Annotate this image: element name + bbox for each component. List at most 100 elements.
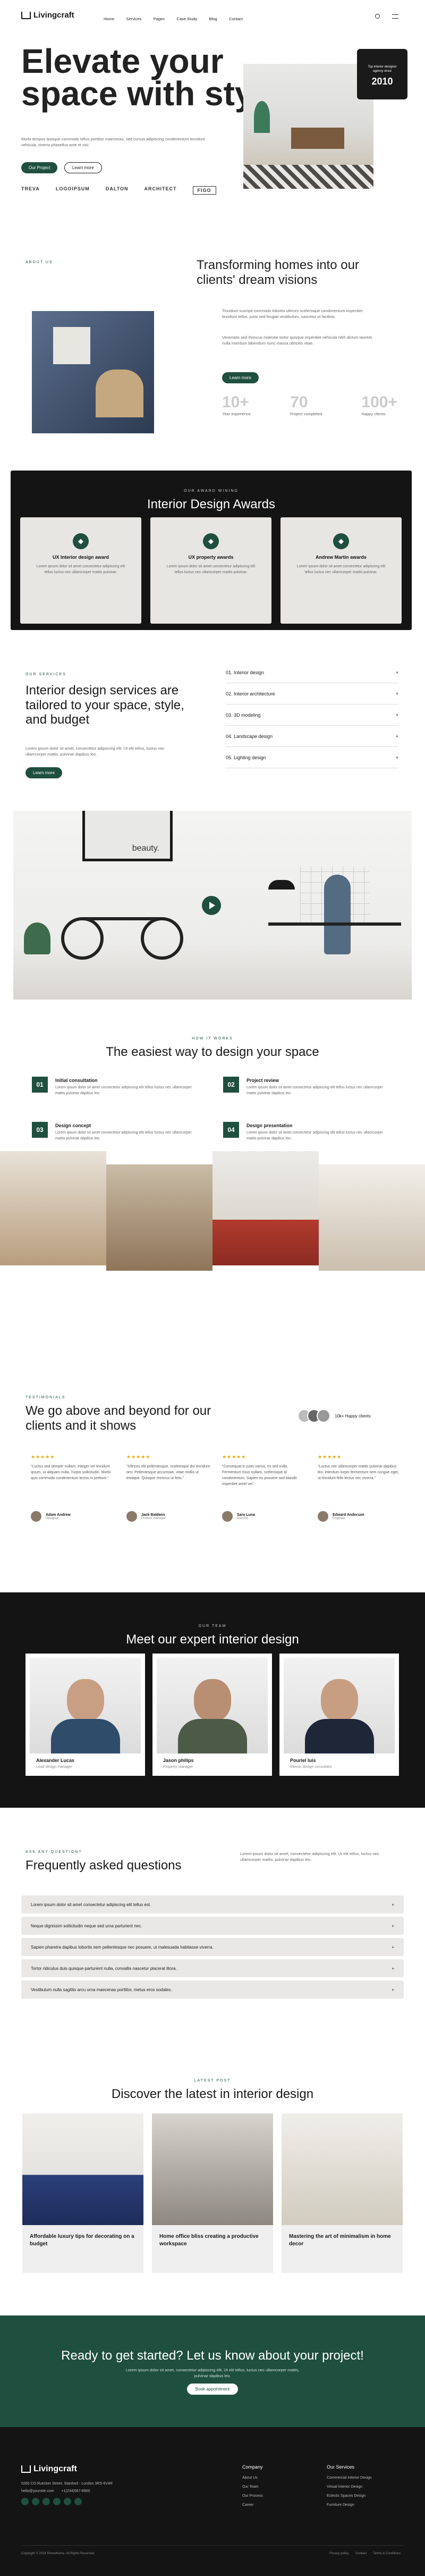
experience-badge: Top interior designer agency since 2010 <box>357 49 407 99</box>
footer-address: 0260 CO Ruecker Street, Stanford - Londo… <box>21 2482 113 2486</box>
logo[interactable]: Livingcraft <box>21 11 74 20</box>
nav-contact[interactable]: Contact <box>229 16 243 21</box>
learn-more-button[interactable]: Learn more <box>64 162 102 173</box>
terms-link[interactable]: Terms & Conditions <box>373 2552 401 2555</box>
footer-link[interactable]: Furniture Design <box>327 2503 372 2507</box>
footer-link[interactable]: Commercial Interior Design <box>327 2476 372 2480</box>
linkedin-icon[interactable] <box>53 2498 61 2505</box>
services-learn-more-button[interactable]: Learn more <box>26 767 62 778</box>
awards-eyebrow: Our Award Wining <box>184 489 239 493</box>
about-learn-more-button[interactable]: Learn more <box>222 372 259 383</box>
blog-card[interactable]: Mastering the art of minimalism in home … <box>282 2113 403 2273</box>
avatar <box>318 1511 328 1522</box>
avatar <box>317 1409 330 1423</box>
team-card[interactable]: Pouriel luis Interior design consultant <box>279 1654 399 1776</box>
book-appointment-button[interactable]: Book appointment <box>187 2384 238 2395</box>
service-item[interactable]: 02. Interior architecture + <box>226 683 398 704</box>
footer-email[interactable]: hello@yoursite.com <box>21 2489 54 2493</box>
gallery-image <box>106 1164 212 1271</box>
team-title: Meet our expert interior design <box>126 1632 299 1647</box>
rating-stars: ★★★★★ <box>222 1454 246 1459</box>
blog-section: Latest Post Discover the latest in inter… <box>0 2058 425 2281</box>
plus-icon: + <box>395 669 398 675</box>
stats: 10+ Year experience 70 Project completed 1… <box>222 393 397 417</box>
blog-image <box>152 2113 273 2225</box>
blog-eyebrow: Latest Post <box>194 2079 231 2083</box>
partner-logo: DALTON <box>105 186 129 191</box>
youtube-icon[interactable] <box>64 2498 71 2505</box>
hero-text: Morbi tempus quisque commodo tellus port… <box>21 137 205 147</box>
partner-logo: TREVA <box>21 186 40 191</box>
award-card: ◆ UX Interior design award Lorem ipsum dol… <box>20 517 141 624</box>
our-project-button[interactable]: Our Project <box>21 162 58 173</box>
partner-logo: FIGO <box>192 186 216 195</box>
blog-card[interactable]: Home office bliss creating a productive … <box>152 2113 273 2273</box>
gallery-image <box>212 1151 319 1265</box>
service-item[interactable]: 05. Lighting design + <box>226 747 398 768</box>
footer-company: Company About Us Our Team Our Process Ca… <box>242 2464 263 2507</box>
team-card[interactable]: Jason philips Property manager <box>152 1654 272 1776</box>
plus-icon: + <box>392 1944 394 1950</box>
blog-card[interactable]: Affordable luxury tips for decorating on… <box>22 2113 143 2273</box>
cookies-link[interactable]: Cookies <box>355 2552 367 2555</box>
pinterest-icon[interactable] <box>74 2498 82 2505</box>
menu-icon[interactable] <box>392 14 398 19</box>
logo-icon <box>21 2465 31 2473</box>
nav-case-study[interactable]: Case Study <box>176 16 197 21</box>
hero-image <box>243 64 373 189</box>
footer-link[interactable]: Eclectic Spaces Design <box>327 2494 372 2498</box>
team-section: Our Team Meet our expert interior design… <box>0 1592 425 1808</box>
service-item[interactable]: 04. Landscape design + <box>226 726 398 747</box>
search-icon[interactable] <box>375 14 380 19</box>
member-photo <box>284 1658 395 1753</box>
partner-logo: ARCHITECT <box>144 186 177 191</box>
faq-item[interactable]: Neque dignissim sollicitudin neque sed u… <box>21 1917 404 1935</box>
award-card: ◆ Andrew Martin awards Lorem ipsum dolor s… <box>280 517 402 624</box>
award-icon: ◆ <box>333 533 349 549</box>
partner-logo: LOGOIPSUM <box>55 186 90 191</box>
video-section: beauty. <box>0 811 425 1000</box>
facebook-icon[interactable] <box>21 2498 29 2505</box>
services-text: Lorem ipsum dolor sit amet, consectetur … <box>26 746 165 757</box>
legal-links: Privacy policy Cookies Terms & Condition… <box>329 2552 401 2555</box>
about-eyebrow: About Us <box>26 261 53 264</box>
nav-blog[interactable]: Blog <box>209 16 217 21</box>
service-item[interactable]: 03. 3D modeling + <box>226 704 398 726</box>
faq-item[interactable]: Sapien pharetra dapibus lobortis sem pel… <box>21 1938 404 1956</box>
footer-link[interactable]: Our Team <box>242 2485 263 2489</box>
instagram-icon[interactable] <box>42 2498 50 2505</box>
footer-link[interactable]: Our Process <box>242 2494 263 2498</box>
plus-icon: + <box>392 1923 394 1928</box>
blog-title: Discover the latest in interior design <box>111 2087 314 2101</box>
nav-home[interactable]: Home <box>104 16 114 21</box>
footer-link[interactable]: Career <box>242 2503 263 2507</box>
member-photo <box>157 1658 268 1753</box>
awards-title: Interior Design Awards <box>147 497 275 511</box>
footer-services: Our Services Commercial Interior Design … <box>327 2464 372 2507</box>
nav-services[interactable]: Services <box>126 16 141 21</box>
footer-link[interactable]: Virtual Interior Design <box>327 2485 372 2489</box>
nav-pages[interactable]: Pages <box>154 16 165 21</box>
about-image <box>32 311 154 433</box>
cta-section: Ready to get started? Let us know about … <box>0 2315 425 2427</box>
privacy-link[interactable]: Privacy policy <box>329 2552 349 2555</box>
footer-logo[interactable]: Livingcraft <box>21 2464 77 2474</box>
twitter-icon[interactable] <box>32 2498 39 2505</box>
service-item[interactable]: 01. Interior design + <box>226 662 398 683</box>
faq-item[interactable]: Vestibulum nulla sagittis arcu urna maec… <box>21 1981 404 1999</box>
footer-phone[interactable]: +1(234)567-8900 <box>62 2489 90 2493</box>
faq-section: Ask Any Question? Frequently asked quest… <box>0 1845 425 2042</box>
faq-item[interactable]: Tortor ridiculus duis quisque parturient… <box>21 1959 404 1977</box>
gallery-strip <box>0 1146 425 1273</box>
rating-stars: ★★★★★ <box>126 1454 151 1459</box>
services-title: Interior design services are tailored to… <box>26 683 184 727</box>
play-button[interactable] <box>202 896 221 915</box>
faq-item[interactable]: Lorem ipsum dolor sit amet consectetur a… <box>21 1895 404 1914</box>
testimonial-card: ★★★★★ "Ultrices elit pellentesque, sceler… <box>126 1454 211 1522</box>
footer-link[interactable]: About Us <box>242 2476 263 2480</box>
avatar <box>222 1511 233 1522</box>
team-card[interactable]: Alexander Lucas Lead design manager <box>26 1654 145 1776</box>
testimonial-card: ★★★★★ "Luctus nec ullamcorper mattis pulv… <box>318 1454 403 1522</box>
testimonial-card: ★★★★★ "Luctus sed semper nullam. Integer … <box>31 1454 116 1522</box>
avatar <box>31 1511 41 1522</box>
